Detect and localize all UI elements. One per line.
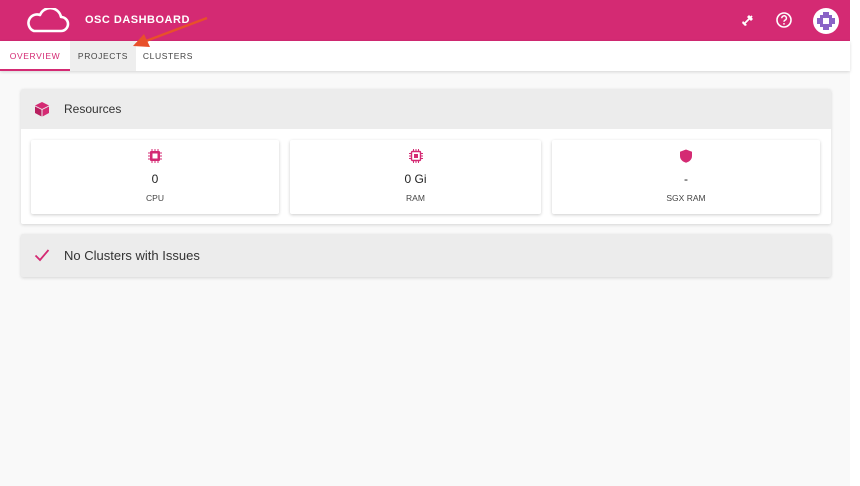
shield-icon: [680, 149, 692, 163]
sgx-ram-label: SGX RAM: [666, 193, 706, 203]
avatar[interactable]: [813, 8, 839, 34]
resources-card: Resources 0 CPU 0 Gi RAM - SGX RAM: [21, 89, 831, 224]
cloud-logo-icon[interactable]: [24, 8, 70, 34]
cpu-chip-icon: [148, 149, 162, 163]
cpu-tile: 0 CPU: [31, 140, 279, 214]
plug-icon[interactable]: [739, 11, 757, 29]
sgx-ram-value: -: [684, 172, 688, 186]
resources-title: Resources: [64, 102, 122, 116]
cluster-issues-title: No Clusters with Issues: [64, 248, 200, 263]
avatar-pattern-icon: [817, 12, 835, 30]
tab-overview[interactable]: OVERVIEW: [0, 41, 70, 71]
check-icon: [34, 249, 50, 262]
window-edge: [850, 0, 860, 486]
cpu-value: 0: [151, 172, 159, 186]
cube-icon: [35, 102, 49, 117]
resources-card-header: Resources: [21, 89, 831, 129]
ram-value: 0 Gi: [404, 172, 427, 186]
cpu-label: CPU: [146, 193, 164, 203]
help-icon[interactable]: [775, 11, 793, 29]
cluster-issues-card[interactable]: No Clusters with Issues: [21, 234, 831, 277]
annotation-arrow-icon: [133, 16, 208, 47]
sgx-ram-tile: - SGX RAM: [552, 140, 820, 214]
ram-label: RAM: [406, 193, 425, 203]
ram-tile: 0 Gi RAM: [290, 140, 541, 214]
memory-chip-icon: [408, 149, 423, 163]
